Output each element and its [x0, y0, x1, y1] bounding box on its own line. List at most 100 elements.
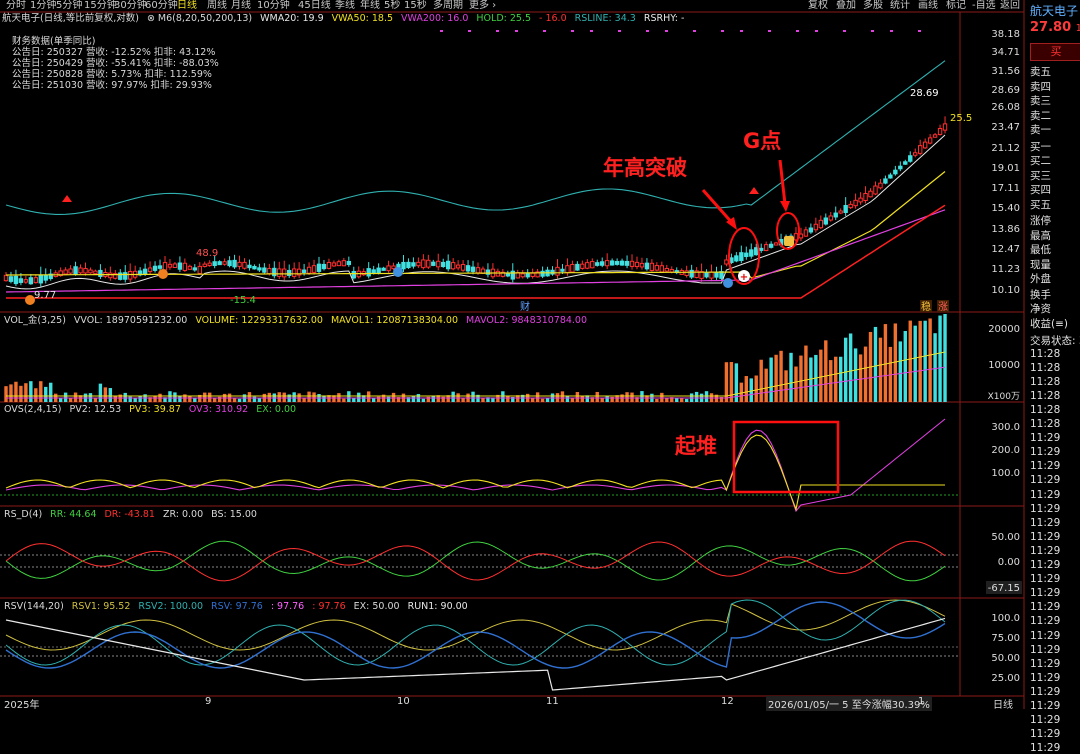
volume-bar [93, 397, 98, 402]
volume-bar [605, 396, 609, 402]
price-axis-label: 31.56 [991, 66, 1020, 77]
candle-body [88, 269, 93, 274]
volume-bar [168, 391, 172, 402]
volume-bar [843, 337, 848, 402]
title-item: MAVOL1: 12087138304.00 [330, 315, 459, 326]
volume-bar [237, 398, 242, 402]
candle-body [863, 192, 868, 202]
volume-bar [565, 395, 570, 402]
candle-body [585, 262, 590, 269]
volume-bar [848, 333, 853, 402]
stat-label: 外盘 [1030, 273, 1051, 285]
tick-time: 11:29 [1030, 714, 1061, 727]
candle-body [78, 267, 83, 274]
candle-body [684, 270, 689, 276]
title-item: : 97.76 [312, 601, 346, 612]
candle-body [888, 174, 893, 179]
price-mark: 9.77 [34, 290, 56, 301]
candle-body [565, 265, 570, 274]
annotation-qi-dui: 起堆 [675, 434, 717, 458]
title-item: RSRHY: - [643, 13, 685, 24]
title-item: - 16.0 [539, 13, 567, 24]
candle-body [63, 269, 68, 275]
tick-time: 11:28 [1030, 389, 1061, 402]
candle-body [376, 267, 381, 274]
candle-body [123, 272, 128, 280]
volume-bar [58, 398, 63, 402]
tick-time: 11:29 [1030, 516, 1061, 529]
candle-body [639, 262, 645, 268]
candle-body [465, 265, 471, 272]
volume-bar [545, 397, 550, 402]
tick-time: 11:29 [1030, 544, 1061, 557]
volume-bars [4, 314, 947, 402]
candle-body [93, 270, 98, 275]
signal-dot [693, 30, 696, 32]
volume-bar [913, 325, 917, 402]
tick-time: 11:29 [1030, 446, 1061, 459]
candle-body [475, 267, 481, 274]
stat-label: 涨停 [1030, 215, 1051, 227]
candle-body [883, 178, 888, 184]
candle-body [654, 265, 660, 271]
ovs-panel-title: OVS(2,4,15) PV2: 12.53 PV3: 39.87 OV3: 310.… [4, 404, 304, 416]
price-change: 1. [1075, 23, 1080, 34]
title-item: 航天电子(日线,等比前复权,对数) [2, 13, 139, 24]
title-item: ⊗ M6(8,20,50,200,13) [146, 13, 253, 24]
volume-bar [73, 392, 78, 402]
stat-label: 换手 [1030, 288, 1051, 301]
candle-body [575, 263, 580, 271]
volume-bar [357, 392, 361, 402]
candle-body [242, 261, 247, 269]
volume-bar [178, 395, 182, 402]
tick-time: 11:29 [1030, 615, 1061, 628]
candle-body [321, 263, 327, 270]
ma-wma20-line [5, 134, 946, 290]
volume-bar [98, 383, 103, 402]
candle-body [838, 210, 843, 214]
signal-dot [768, 30, 771, 32]
candle-body [908, 155, 913, 162]
volume-bar [29, 381, 33, 402]
candle-body [823, 217, 828, 225]
candle-body [28, 277, 34, 285]
candle-body [803, 229, 809, 237]
candle-body [520, 273, 525, 278]
volume-bar [471, 391, 475, 402]
title-item: MAVOL2: 9848310784.00 [466, 315, 588, 326]
tick-time: 11:29 [1030, 657, 1061, 670]
volume-bar [34, 388, 38, 402]
candle-body [734, 255, 739, 262]
title-item: EX: 0.00 [256, 404, 297, 415]
volume-bar [481, 398, 485, 402]
candle-body [227, 260, 232, 267]
candle-body [237, 261, 242, 267]
rsv-axis-label: 25.00 [991, 673, 1020, 684]
volume-bar [853, 348, 858, 402]
mavol1-line [6, 351, 946, 397]
volume-bar [804, 345, 808, 402]
tick-time: 11:29 [1030, 474, 1061, 487]
title-item: VVOL: 18970591232.00 [73, 315, 188, 326]
price-axis-label: 10.10 [991, 285, 1020, 296]
candle-body [525, 272, 530, 278]
rsv-axis-label: 75.00 [991, 633, 1020, 644]
buy-button[interactable]: 买 [1030, 43, 1080, 61]
volume-bar [928, 318, 932, 402]
volume-bar [794, 366, 798, 402]
candle-body [441, 261, 446, 268]
price-axis-label: 28.69 [991, 85, 1020, 96]
tick-time: 11:28 [1030, 361, 1061, 374]
candle-body [624, 260, 630, 266]
candle-body [23, 279, 29, 283]
signal-badge-icon [393, 267, 403, 277]
candle-body [600, 261, 605, 266]
signal-dot [440, 30, 443, 32]
volume-bar [123, 392, 127, 402]
candle-body [152, 265, 158, 271]
tick-time: 11:29 [1030, 629, 1061, 642]
stock-name[interactable]: 航天电子 [1030, 2, 1078, 19]
volume-bar [113, 395, 118, 402]
candlestick-series [3, 116, 948, 287]
candle-body [450, 262, 456, 270]
